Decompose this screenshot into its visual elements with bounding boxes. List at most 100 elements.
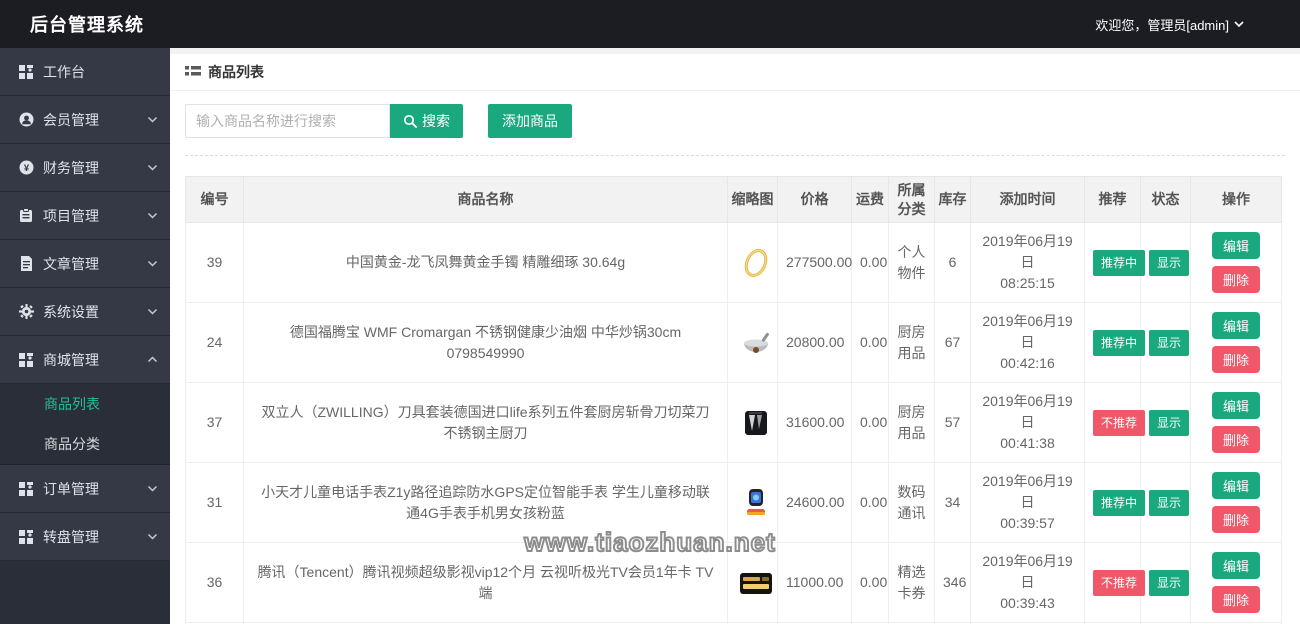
product-added-time: 2019年06月19日 08:25:15 bbox=[970, 222, 1085, 303]
product-price: 24600.00 bbox=[777, 462, 852, 543]
recommend-badge[interactable]: 不推荐 bbox=[1093, 569, 1146, 596]
product-shipping: 0.00 bbox=[851, 382, 889, 463]
product-thumbnail bbox=[727, 542, 778, 623]
search-button[interactable]: 搜索 bbox=[390, 104, 463, 138]
sidebar-item-8[interactable]: 转盘管理 bbox=[0, 513, 170, 561]
column-header: 库存 bbox=[934, 176, 971, 223]
wok-thumbnail bbox=[736, 332, 776, 353]
product-category: 精选卡券 bbox=[888, 542, 935, 623]
chevron-down-icon bbox=[147, 308, 158, 315]
chevron-down-icon bbox=[147, 533, 158, 540]
sidebar-item-label: 文章管理 bbox=[43, 255, 99, 272]
column-header: 添加时间 bbox=[970, 176, 1085, 223]
product-stock: 346 bbox=[934, 542, 971, 623]
product-thumbnail bbox=[727, 462, 778, 543]
sidebar: 工作台 会员管理 ¥ 财务管理 项目管理文章管理系统设置商城管理商品列表 商品分类 订单管理… bbox=[0, 48, 170, 624]
column-header: 推荐 bbox=[1084, 176, 1141, 223]
sidebar-item-5[interactable]: 系统设置 bbox=[0, 288, 170, 336]
recommend-badge[interactable]: 推荐中 bbox=[1093, 329, 1146, 356]
recommend-badge-cell: 推荐中 bbox=[1084, 302, 1146, 383]
delete-button[interactable]: 删除 bbox=[1212, 346, 1260, 373]
breadcrumb: 商品列表 bbox=[170, 54, 1300, 91]
finance-icon: ¥ bbox=[18, 160, 34, 176]
sidebar-item-0[interactable]: 工作台 bbox=[0, 48, 170, 96]
status-badge[interactable]: 显示 bbox=[1149, 249, 1190, 276]
delete-button[interactable]: 删除 bbox=[1212, 586, 1260, 613]
add-product-button[interactable]: 添加商品 bbox=[488, 104, 572, 138]
product-name: 腾讯（Tencent）腾讯视频超级影视vip12个月 云视听极光TV会员1年卡 … bbox=[243, 542, 728, 623]
product-stock: 57 bbox=[934, 382, 971, 463]
knife-set-thumbnail bbox=[736, 410, 776, 435]
chevron-down-icon bbox=[147, 164, 158, 171]
recommend-badge[interactable]: 不推荐 bbox=[1093, 409, 1146, 436]
status-badge[interactable]: 显示 bbox=[1149, 569, 1190, 596]
table-body: 39 中国黄金-龙飞凤舞黄金手镯 精雕细琢 30.64g 277500.00 0.00… bbox=[185, 222, 1282, 624]
product-added-time: 2019年06月19日 00:39:43 bbox=[970, 542, 1085, 623]
product-price: 11000.00 bbox=[777, 542, 852, 623]
actions-cell: 编辑 删除 bbox=[1190, 542, 1282, 623]
column-header: 运费 bbox=[851, 176, 889, 223]
product-id: 36 bbox=[185, 542, 244, 623]
toolbar: 搜索 添加商品 bbox=[185, 104, 1285, 138]
sidebar-item-7[interactable]: 订单管理 bbox=[0, 465, 170, 513]
edit-button[interactable]: 编辑 bbox=[1212, 392, 1260, 419]
dashed-divider bbox=[185, 155, 1285, 156]
recommend-badge-cell: 推荐中 bbox=[1084, 462, 1146, 543]
product-added-time: 2019年06月19日 00:41:38 bbox=[970, 382, 1085, 463]
status-badge[interactable]: 显示 bbox=[1149, 489, 1190, 516]
column-header: 价格 bbox=[777, 176, 852, 223]
sidebar-item-3[interactable]: 项目管理 bbox=[0, 192, 170, 240]
status-badge[interactable]: 显示 bbox=[1149, 409, 1190, 436]
column-header: 商品名称 bbox=[243, 176, 728, 223]
search-input[interactable] bbox=[185, 104, 390, 138]
product-stock: 6 bbox=[934, 222, 971, 303]
sidebar-subitem-6-1[interactable]: 商品分类 bbox=[0, 424, 170, 464]
actions-cell: 编辑 删除 bbox=[1190, 302, 1282, 383]
sidebar-submenu: 商品列表 商品分类 bbox=[0, 384, 170, 465]
edit-button[interactable]: 编辑 bbox=[1212, 312, 1260, 339]
chevron-down-icon bbox=[147, 260, 158, 267]
sidebar-item-4[interactable]: 文章管理 bbox=[0, 240, 170, 288]
edit-button[interactable]: 编辑 bbox=[1212, 472, 1260, 499]
order-grid-icon bbox=[18, 481, 34, 497]
added-clock: 08:25:15 bbox=[1000, 275, 1055, 291]
top-header: 后台管理系统 欢迎您，管理员[admin] bbox=[0, 0, 1300, 48]
mall-grid-icon bbox=[18, 352, 34, 368]
recommend-badge[interactable]: 推荐中 bbox=[1093, 249, 1146, 276]
added-date: 2019年06月19日 bbox=[982, 553, 1073, 590]
sidebar-item-label: 商城管理 bbox=[43, 351, 99, 368]
edit-button[interactable]: 编辑 bbox=[1212, 232, 1260, 259]
product-name: 德国福腾宝 WMF Cromargan 不锈钢健康少油烟 中华炒锅30cm 07… bbox=[243, 302, 728, 383]
article-icon bbox=[18, 256, 34, 272]
recommend-badge[interactable]: 推荐中 bbox=[1093, 489, 1146, 516]
actions-cell: 编辑 删除 bbox=[1190, 382, 1282, 463]
status-badge[interactable]: 显示 bbox=[1149, 329, 1190, 356]
search-button-label: 搜索 bbox=[422, 113, 450, 129]
sidebar-item-2[interactable]: ¥ 财务管理 bbox=[0, 144, 170, 192]
status-badge-cell: 显示 bbox=[1140, 302, 1191, 383]
user-menu[interactable]: 欢迎您，管理员[admin] bbox=[1095, 15, 1300, 34]
list-icon bbox=[185, 65, 201, 79]
added-date: 2019年06月19日 bbox=[982, 233, 1073, 270]
column-header: 缩略图 bbox=[727, 176, 778, 223]
delete-button[interactable]: 删除 bbox=[1212, 266, 1260, 293]
delete-button[interactable]: 删除 bbox=[1212, 506, 1260, 533]
added-clock: 00:42:16 bbox=[1000, 355, 1055, 371]
chevron-down-icon bbox=[147, 116, 158, 123]
status-badge-cell: 显示 bbox=[1140, 462, 1191, 543]
sidebar-item-1[interactable]: 会员管理 bbox=[0, 96, 170, 144]
product-shipping: 0.00 bbox=[851, 462, 889, 543]
edit-button[interactable]: 编辑 bbox=[1212, 552, 1260, 579]
status-badge-cell: 显示 bbox=[1140, 222, 1191, 303]
table-row: 37 双立人（ZWILLING）刀具套装德国进口life系列五件套厨房斩骨刀切菜刀… bbox=[185, 382, 1282, 463]
table-row: 24 德国福腾宝 WMF Cromargan 不锈钢健康少油烟 中华炒锅30cm … bbox=[185, 302, 1282, 383]
product-shipping: 0.00 bbox=[851, 222, 889, 303]
sidebar-item-6[interactable]: 商城管理 bbox=[0, 336, 170, 384]
added-date: 2019年06月19日 bbox=[982, 313, 1073, 350]
sidebar-subitem-6-0[interactable]: 商品列表 bbox=[0, 384, 170, 424]
added-clock: 00:41:38 bbox=[1000, 435, 1055, 451]
product-price: 20800.00 bbox=[777, 302, 852, 383]
recommend-badge-cell: 不推荐 bbox=[1084, 382, 1146, 463]
delete-button[interactable]: 删除 bbox=[1212, 426, 1260, 453]
added-date: 2019年06月19日 bbox=[982, 473, 1073, 510]
